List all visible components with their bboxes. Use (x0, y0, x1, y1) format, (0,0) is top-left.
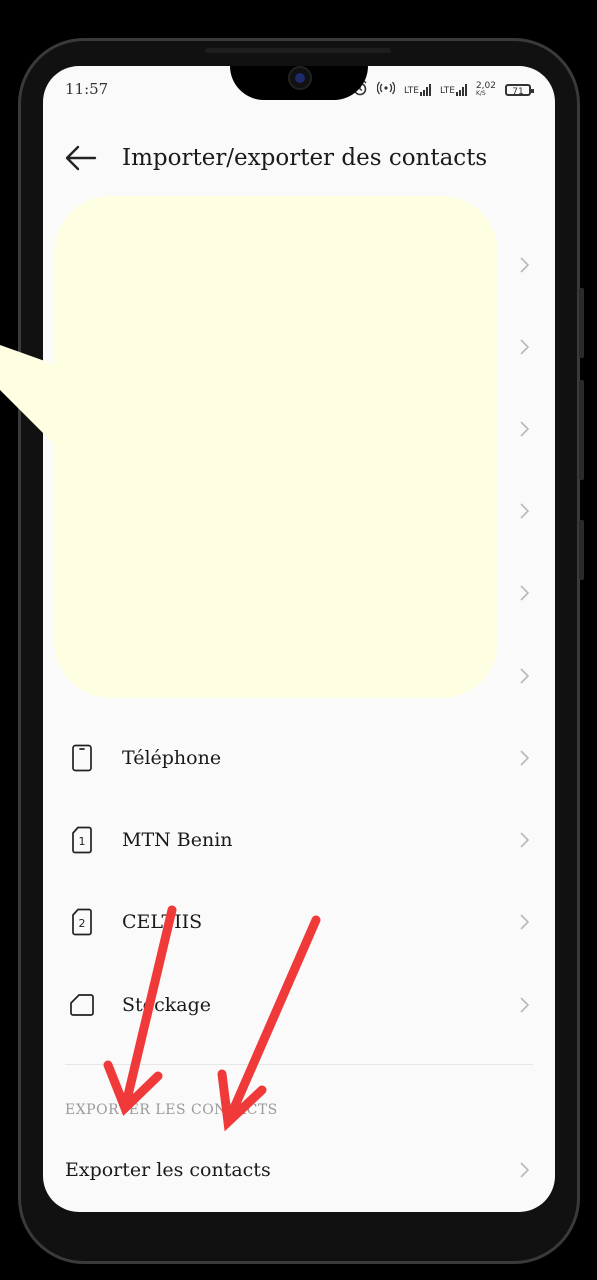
import-source-sim1[interactable]: 1 MTN Benin (43, 799, 555, 881)
export-contacts-label: Exporter les contacts (65, 1159, 271, 1181)
chevron-right-icon (520, 914, 530, 930)
sim-1-icon: 1 (72, 826, 92, 854)
chevron-right-icon (520, 257, 530, 273)
sim-2-icon: 2 (72, 908, 92, 936)
import-source-phone[interactable]: Téléphone (43, 717, 555, 799)
chevron-right-icon (520, 1162, 530, 1178)
section-divider (65, 1064, 533, 1065)
chevron-right-icon (520, 750, 530, 766)
import-source-label: Téléphone (122, 747, 222, 769)
chevron-right-icon (520, 421, 530, 437)
signal-sim1: LTE (404, 83, 431, 96)
chevron-right-icon (520, 339, 530, 355)
status-time: 11:57 (65, 80, 109, 98)
network-type-1: LTE (404, 85, 419, 96)
volume-up-button (579, 288, 584, 358)
import-source-label: Stockage (122, 994, 211, 1016)
power-button (579, 520, 584, 580)
svg-text:1: 1 (79, 835, 86, 848)
chevron-right-icon (520, 585, 530, 601)
import-source-sim2[interactable]: 2 CELTIIS (43, 881, 555, 963)
page-title: Importer/exporter des contacts (122, 145, 488, 171)
volume-down-button (579, 380, 584, 480)
annotation-bubble (54, 196, 498, 698)
chevron-right-icon (520, 503, 530, 519)
phone-icon (72, 744, 92, 772)
chevron-right-icon (520, 997, 530, 1013)
header: Importer/exporter des contacts (65, 138, 487, 178)
battery-icon: 71 (505, 83, 534, 97)
network-speed: 2,02 K/S (475, 80, 496, 97)
import-source-storage[interactable]: Stockage (43, 964, 555, 1046)
network-type-2: LTE (439, 85, 455, 96)
front-camera (288, 66, 312, 90)
export-contacts-item[interactable]: Exporter les contacts (43, 1129, 555, 1211)
import-source-label: MTN Benin (122, 829, 233, 851)
chevron-right-icon (520, 832, 530, 848)
signal-sim2: LTE (439, 83, 467, 96)
svg-text:2: 2 (79, 917, 86, 930)
back-arrow-icon[interactable] (65, 145, 97, 171)
hotspot-icon (376, 81, 396, 98)
chevron-right-icon (520, 668, 530, 684)
export-section-title: EXPORTER LES CONTACTS (65, 1102, 278, 1118)
earpiece-speaker (205, 48, 391, 53)
status-icons: LTE LTE 2,02 K/S 71 (352, 80, 534, 99)
storage-icon (70, 994, 94, 1016)
import-source-label: CELTIIS (122, 911, 203, 933)
